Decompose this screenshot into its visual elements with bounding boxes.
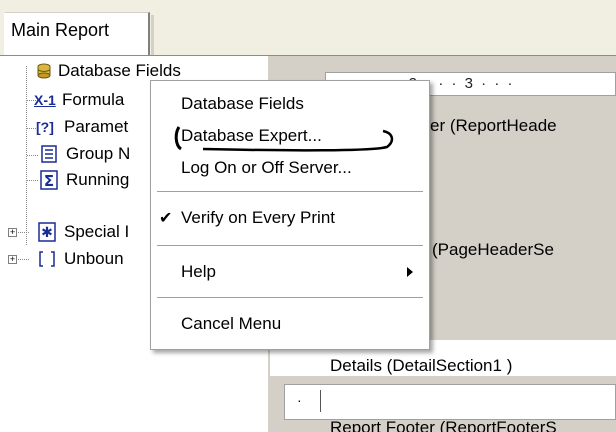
- section-report-header[interactable]: er (ReportHeade: [430, 116, 557, 136]
- menu-separator: [157, 245, 423, 247]
- menu-item-label: Verify on Every Print: [181, 208, 336, 227]
- tree-item-running-total-fields[interactable]: Σ Running: [38, 167, 129, 193]
- tree-item-label: Group N: [66, 144, 131, 163]
- tree-item-group-name-fields[interactable]: Group N: [38, 141, 130, 167]
- menu-item-label: Cancel Menu: [181, 314, 282, 333]
- tree-item-label: Special I: [64, 222, 130, 241]
- checkmark-icon: ✔: [159, 210, 173, 227]
- expand-special-fields-toggle[interactable]: +: [8, 228, 17, 237]
- expand-unbound-fields-toggle[interactable]: +: [8, 255, 17, 264]
- tree-item-label: Running: [66, 170, 130, 189]
- context-menu: Database Fields Database Expert... Log O…: [150, 80, 430, 350]
- menu-item-verify-on-every-print[interactable]: ✔ Verify on Every Print: [151, 201, 429, 235]
- tree-connector: [18, 232, 30, 233]
- tree-item-formula-fields[interactable]: X-1 Formula: [34, 87, 124, 113]
- row-marker: ·: [297, 392, 302, 408]
- parameter-icon: [?]: [36, 119, 54, 135]
- tree-item-special-fields[interactable]: ✱ Special I: [36, 219, 129, 245]
- tree-connector: [18, 259, 30, 260]
- menu-item-label: Help: [181, 262, 216, 281]
- group-icon: [38, 144, 60, 164]
- tab-main-report[interactable]: Main Report: [4, 12, 154, 56]
- tree-item-label: Unboun: [64, 249, 124, 268]
- menu-item-help[interactable]: Help: [151, 255, 429, 289]
- menu-item-log-on-off-server[interactable]: Log On or Off Server...: [151, 151, 429, 185]
- menu-item-database-expert[interactable]: Database Expert...: [151, 119, 429, 153]
- menu-item-label: Database Expert...: [181, 126, 322, 145]
- menu-item-cancel-menu[interactable]: Cancel Menu: [151, 307, 429, 341]
- menu-item-label: Log On or Off Server...: [181, 158, 352, 177]
- tree-item-unbound-fields[interactable]: Unboun: [36, 246, 124, 272]
- section-page-header[interactable]: (PageHeaderSe: [432, 240, 554, 260]
- submenu-arrow-icon: [407, 267, 413, 277]
- menu-item-database-fields[interactable]: Database Fields: [151, 87, 429, 121]
- menu-separator: [157, 191, 423, 193]
- tree-connector-line: [26, 66, 27, 246]
- menu-item-label: Database Fields: [181, 94, 304, 113]
- formula-icon: X-1: [34, 92, 56, 108]
- tab-main-report-label: Main Report: [11, 20, 110, 40]
- menu-separator: [157, 297, 423, 299]
- section-details[interactable]: Details (DetailSection1 ): [330, 356, 512, 376]
- row-divider: [320, 390, 321, 412]
- running-total-icon: Σ: [38, 170, 60, 190]
- tree-item-parameter-fields[interactable]: [?] Paramet: [36, 114, 128, 140]
- report-tab-bar: Main Report: [0, 0, 616, 56]
- details-row[interactable]: [284, 384, 616, 420]
- tree-item-label: Database Fields: [58, 61, 181, 80]
- database-icon: [36, 63, 52, 79]
- svg-text:✱: ✱: [41, 225, 53, 241]
- svg-text:Σ: Σ: [44, 172, 54, 190]
- section-report-footer[interactable]: Report Footer (ReportFooterS: [330, 418, 557, 432]
- tree-item-label: Paramet: [64, 117, 129, 136]
- tree-item-label: Formula: [62, 90, 125, 109]
- special-fields-icon: ✱: [36, 222, 58, 242]
- unbound-fields-icon: [36, 249, 58, 269]
